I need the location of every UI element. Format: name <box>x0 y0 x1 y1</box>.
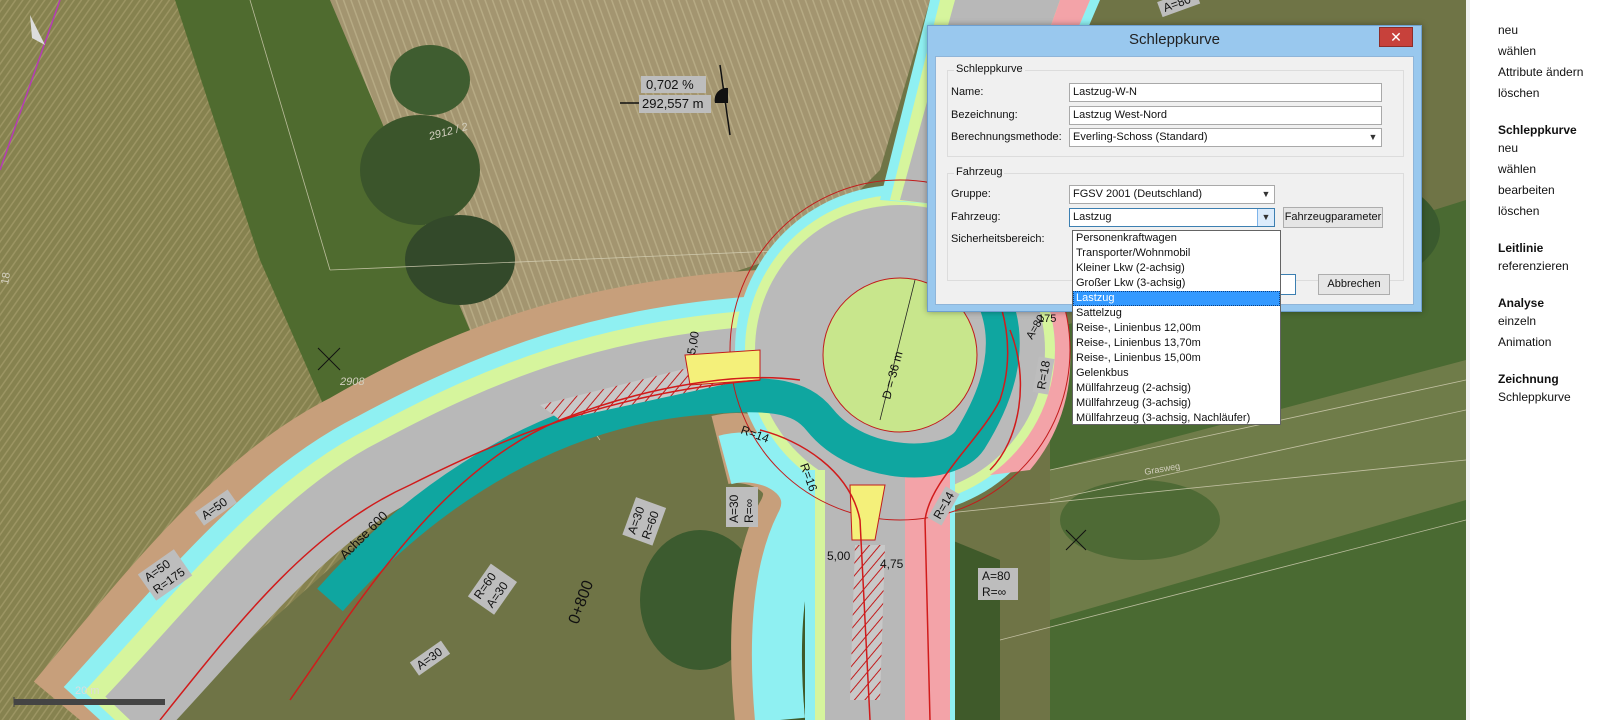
method-label: Berechnungsmethode: <box>951 131 1062 143</box>
sicherheitsbereich-label: Sicherheitsbereich: <box>951 233 1045 245</box>
panel-item-waehlen[interactable]: wählen <box>1498 159 1621 180</box>
group-legend: Schleppkurve <box>954 63 1025 75</box>
map-label: R=∞ <box>742 499 756 523</box>
panel-group-analyse: Analyse einzeln Animation <box>1470 295 1621 353</box>
method-select[interactable]: Everling-Schoss (Standard) ▼ <box>1069 128 1382 147</box>
map-label: A=80 <box>982 569 1011 583</box>
gruppe-label: Gruppe: <box>951 188 991 200</box>
scale-label: 20 m <box>75 685 99 697</box>
panel-group-zeichnung: Zeichnung Schleppkurve <box>1470 371 1621 408</box>
edge-label: 18 <box>0 271 13 285</box>
dropdown-option-selected[interactable]: Lastzug <box>1073 291 1280 306</box>
map-label: A=30 <box>727 494 741 523</box>
panel-item-neu[interactable]: neu <box>1498 138 1621 159</box>
dialog-title[interactable]: Schleppkurve <box>928 26 1421 56</box>
dropdown-option[interactable]: Sattelzug <box>1073 306 1280 321</box>
panel-item-einzeln[interactable]: einzeln <box>1498 311 1621 332</box>
panel-item-referenzieren[interactable]: referenzieren <box>1498 256 1621 277</box>
cancel-button[interactable]: Abbrechen <box>1318 274 1390 295</box>
fahrzeugparameter-button[interactable]: Fahrzeugparameter <box>1283 207 1383 228</box>
panel-group-schleppkurve: Schleppkurve neu wählen bearbeiten lösch… <box>1470 122 1621 222</box>
fahrzeug-dropdown-list[interactable]: Personenkraftwagen Transporter/Wohnmobil… <box>1072 230 1281 425</box>
name-input[interactable]: Lastzug-W-N <box>1069 83 1382 102</box>
group-legend: Fahrzeug <box>954 166 1005 178</box>
bezeichnung-label: Bezeichnung: <box>951 109 1018 121</box>
method-value: Everling-Schoss (Standard) <box>1073 131 1208 143</box>
map-label: R=∞ <box>982 585 1006 599</box>
dropdown-option[interactable]: Personenkraftwagen <box>1073 231 1280 246</box>
dropdown-option[interactable]: Reise-, Linienbus 13,70m <box>1073 336 1280 351</box>
panel-item-loeschen[interactable]: löschen <box>1498 83 1621 104</box>
panel-group-leitlinie: Leitlinie referenzieren <box>1470 240 1621 277</box>
dropdown-option[interactable]: Kleiner Lkw (2-achsig) <box>1073 261 1280 276</box>
dropdown-option[interactable]: Müllfahrzeug (3-achsig) <box>1073 396 1280 411</box>
dropdown-option[interactable]: Transporter/Wohnmobil <box>1073 246 1280 261</box>
panel-item-animation[interactable]: Animation <box>1498 332 1621 353</box>
panel-heading: Analyse <box>1498 296 1545 310</box>
dropdown-option[interactable]: Gelenkbus <box>1073 366 1280 381</box>
command-panel: neu wählen Attribute ändern löschen Schl… <box>1466 0 1621 720</box>
panel-group-objekt: neu wählen Attribute ändern löschen <box>1470 20 1621 104</box>
panel-item-bearbeiten[interactable]: bearbeiten <box>1498 180 1621 201</box>
fahrzeug-label: Fahrzeug: <box>951 211 1001 223</box>
chevron-down-icon[interactable]: ▼ <box>1258 186 1274 203</box>
panel-item-loeschen[interactable]: löschen <box>1498 201 1621 222</box>
panel-heading: Schleppkurve <box>1498 123 1577 137</box>
panel-heading: Leitlinie <box>1498 241 1544 255</box>
panel-item-attribute[interactable]: Attribute ändern <box>1498 62 1621 83</box>
gradient-label: 0,702 % <box>646 77 694 92</box>
dimension-label: 5,00 <box>827 549 851 563</box>
panel-item-schleppkurve[interactable]: Schleppkurve <box>1498 387 1621 408</box>
map-label: 175 <box>1038 313 1056 325</box>
dropdown-option[interactable]: Reise-, Linienbus 12,00m <box>1073 321 1280 336</box>
name-label: Name: <box>951 86 984 98</box>
gruppe-select[interactable]: FGSV 2001 (Deutschland) ▼ <box>1069 185 1275 204</box>
gruppe-value: FGSV 2001 (Deutschland) <box>1073 188 1203 200</box>
panel-item-neu[interactable]: neu <box>1498 20 1621 41</box>
plot-number: 2908 <box>339 376 365 388</box>
fahrzeug-value: Lastzug <box>1073 211 1112 223</box>
panel-item-waehlen[interactable]: wählen <box>1498 41 1621 62</box>
dimension-label: 4,75 <box>880 557 904 571</box>
chevron-down-icon[interactable]: ▼ <box>1365 129 1381 146</box>
close-icon[interactable]: ✕ <box>1379 27 1413 47</box>
dropdown-option[interactable]: Großer Lkw (3-achsig) <box>1073 276 1280 291</box>
dropdown-option[interactable]: Müllfahrzeug (3-achsig, Nachläufer) <box>1073 411 1280 426</box>
station-height-label: 292,557 m <box>642 96 703 111</box>
dropdown-option[interactable]: Müllfahrzeug (2-achsig) <box>1073 381 1280 396</box>
panel-heading: Zeichnung <box>1498 372 1559 386</box>
chevron-down-icon[interactable]: ▼ <box>1257 209 1274 226</box>
fahrzeug-select[interactable]: Lastzug ▼ <box>1069 208 1275 227</box>
bezeichnung-input[interactable]: Lastzug West-Nord <box>1069 106 1382 125</box>
dropdown-option[interactable]: Reise-, Linienbus 15,00m <box>1073 351 1280 366</box>
